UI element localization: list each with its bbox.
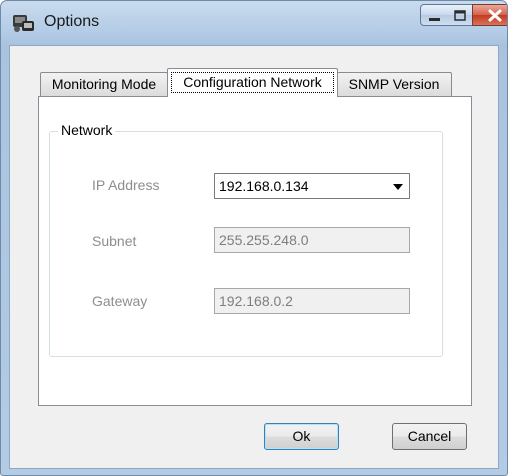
ip-address-value: 192.168.0.134 — [219, 178, 309, 194]
close-icon — [488, 9, 502, 22]
window-title: Options — [44, 13, 100, 30]
tab-label: Configuration Network — [183, 74, 322, 90]
minimize-icon — [429, 18, 440, 21]
gateway-value: 192.168.0.2 — [219, 293, 293, 309]
tab-label: Monitoring Mode — [51, 76, 157, 92]
app-icon — [12, 13, 36, 33]
ip-address-label: IP Address — [92, 177, 160, 193]
subnet-value: 255.255.248.0 — [219, 232, 309, 248]
tab-monitoring-mode[interactable]: Monitoring Mode — [40, 72, 168, 96]
tab-snmp-version[interactable]: SNMP Version — [336, 72, 452, 96]
title-bar[interactable]: Options — [1, 1, 507, 45]
ip-address-dropdown[interactable]: 192.168.0.134 — [214, 173, 410, 199]
maximize-button[interactable] — [447, 4, 473, 26]
gateway-field[interactable]: 192.168.0.2 — [214, 288, 410, 314]
tab-label: SNMP Version — [348, 76, 440, 92]
options-window: Options Monitoring Mode Configuration Ne… — [0, 0, 508, 476]
gateway-label: Gateway — [92, 293, 148, 309]
subnet-label: Subnet — [92, 233, 137, 249]
group-title: Network — [58, 122, 116, 138]
cancel-button[interactable]: Cancel — [392, 423, 467, 450]
tab-configuration-network[interactable]: Configuration Network — [167, 68, 338, 97]
close-button[interactable] — [472, 4, 507, 26]
ok-button[interactable]: Ok — [264, 423, 339, 450]
minimize-button[interactable] — [420, 4, 448, 26]
subnet-field[interactable]: 255.255.248.0 — [214, 227, 410, 253]
chevron-down-icon — [393, 184, 403, 190]
maximize-icon — [454, 10, 466, 21]
